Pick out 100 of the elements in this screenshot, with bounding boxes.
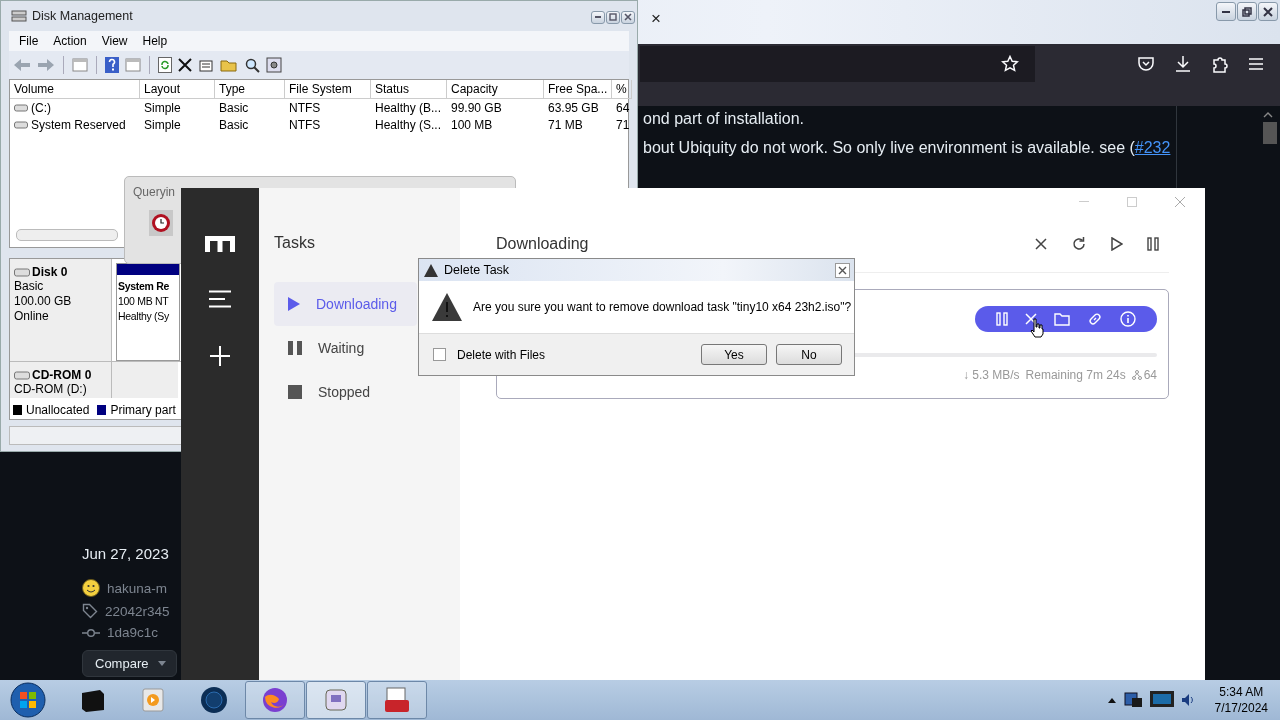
menu-item[interactable]: View xyxy=(101,34,128,48)
table-cell: NTFS xyxy=(289,100,321,115)
column-header[interactable]: Type xyxy=(215,80,285,99)
toolbox-icon xyxy=(382,686,412,714)
start-button[interactable] xyxy=(10,682,46,718)
delete-icon[interactable] xyxy=(178,58,192,72)
disk-detail: 100.00 GB xyxy=(14,294,73,309)
refresh-icon[interactable] xyxy=(158,57,172,73)
window-title: Disk Management xyxy=(32,9,133,23)
column-header[interactable]: Free Spa... xyxy=(544,80,612,99)
tab-close-button[interactable]: × xyxy=(651,10,661,27)
partition-name: System Re xyxy=(118,279,170,294)
link-icon[interactable] xyxy=(1087,311,1104,327)
disk-detail: Basic xyxy=(14,279,45,294)
compare-button[interactable]: Compare xyxy=(82,650,178,677)
list-menu-icon[interactable] xyxy=(209,290,231,308)
connection-count: 64 xyxy=(1143,368,1157,382)
minimize-button[interactable] xyxy=(591,10,605,24)
play-icon xyxy=(288,297,300,311)
folder-icon[interactable] xyxy=(1053,312,1070,326)
clock-time[interactable]: 5:34 AM xyxy=(1219,684,1264,700)
maximize-icon xyxy=(609,13,617,21)
close-button[interactable] xyxy=(621,10,635,24)
legend-label: Unallocated xyxy=(26,403,90,417)
table-cell: 71 MB xyxy=(548,117,583,132)
tag-icon xyxy=(82,603,98,619)
dialog-title: Delete Task xyxy=(444,263,510,277)
drive-icon xyxy=(14,370,30,380)
globe-icon xyxy=(199,685,229,715)
media-player-icon xyxy=(139,686,167,714)
play-icon[interactable] xyxy=(1111,237,1123,251)
minimize-icon xyxy=(1222,10,1230,13)
menu-item[interactable]: File xyxy=(19,34,39,48)
task-list-item[interactable]: Stopped xyxy=(274,370,417,414)
scroll-up-icon[interactable] xyxy=(1263,112,1273,118)
partition-block[interactable]: System Re 100 MB NT Healthy (Sy xyxy=(116,263,180,361)
close-button[interactable] xyxy=(835,262,850,278)
info-icon[interactable] xyxy=(1120,311,1137,327)
properties-icon[interactable] xyxy=(198,58,214,72)
checkbox[interactable] xyxy=(433,348,446,361)
task-list-item[interactable]: Downloading xyxy=(274,282,417,326)
folder-icon[interactable] xyxy=(220,58,238,72)
horizontal-scrollbar[interactable] xyxy=(16,229,118,241)
menu-icon[interactable] xyxy=(1248,57,1264,71)
column-header[interactable]: File System xyxy=(285,80,371,99)
menu-item[interactable]: Help xyxy=(142,34,168,48)
task-list-item[interactable]: Waiting xyxy=(274,326,417,370)
help-icon[interactable] xyxy=(105,57,119,73)
hand-cursor-icon xyxy=(1030,318,1044,338)
partition-bar xyxy=(117,264,179,275)
puzzle-icon[interactable] xyxy=(1211,55,1229,73)
disk-detail: Online xyxy=(14,309,50,324)
show-hidden-icons[interactable] xyxy=(1106,696,1117,704)
speaker-icon[interactable] xyxy=(1180,692,1195,708)
table-cell: Simple xyxy=(144,117,181,132)
column-header[interactable]: Status xyxy=(371,80,447,99)
clock-date[interactable]: 7/17/2024 xyxy=(1214,700,1268,716)
logo-icon xyxy=(205,236,235,252)
caret-icon xyxy=(158,661,167,666)
table-cell: 64 xyxy=(616,100,630,115)
issue-link[interactable]: #232 xyxy=(1134,139,1171,156)
paragraph-text: ond part of installation. xyxy=(643,109,805,129)
close-icon xyxy=(624,13,632,21)
table-cell: Healthy (S... xyxy=(375,117,442,132)
magnifier-icon[interactable] xyxy=(244,57,260,73)
app-window-icon xyxy=(323,687,349,713)
table-cell: 99.90 GB xyxy=(451,100,502,115)
restore-button[interactable] xyxy=(1237,2,1257,21)
column-header[interactable]: % xyxy=(612,80,632,99)
no-button[interactable]: No xyxy=(776,344,842,365)
commit-hash[interactable]: 1da9c1c xyxy=(107,625,159,640)
column-header[interactable]: Volume xyxy=(10,80,140,99)
warning-icon xyxy=(431,292,463,322)
star-icon[interactable] xyxy=(1001,55,1019,73)
fox-globe-icon xyxy=(260,685,290,715)
pocket-icon[interactable] xyxy=(1137,55,1155,73)
menu-item[interactable]: Action xyxy=(53,34,87,48)
table-cell: Basic xyxy=(219,117,249,132)
minimize-button[interactable] xyxy=(1216,2,1236,21)
column-header[interactable]: Layout xyxy=(140,80,215,99)
close-icon[interactable] xyxy=(1035,238,1047,250)
tag-name[interactable]: 22042r345 xyxy=(105,603,170,619)
refresh-icon[interactable] xyxy=(1071,236,1087,252)
drive-icon xyxy=(14,120,28,129)
commit-icon xyxy=(82,626,100,639)
legend-label: Primary part xyxy=(110,403,176,417)
pause-icon[interactable] xyxy=(1147,237,1159,251)
maximize-button[interactable] xyxy=(606,10,620,24)
drive-icon xyxy=(14,103,28,112)
pause-icon[interactable] xyxy=(995,312,1008,326)
author-name[interactable]: hakuna-m xyxy=(107,580,168,596)
taskbar-item[interactable] xyxy=(367,681,427,719)
settings-icon[interactable] xyxy=(266,57,282,73)
scrollbar-thumb[interactable] xyxy=(1263,122,1277,144)
column-header[interactable]: Capacity xyxy=(447,80,544,99)
network-icon[interactable] xyxy=(1122,690,1143,710)
plus-icon[interactable] xyxy=(210,346,230,366)
close-button[interactable] xyxy=(1258,2,1278,21)
download-icon[interactable] xyxy=(1174,55,1192,73)
yes-button[interactable]: Yes xyxy=(701,344,767,365)
